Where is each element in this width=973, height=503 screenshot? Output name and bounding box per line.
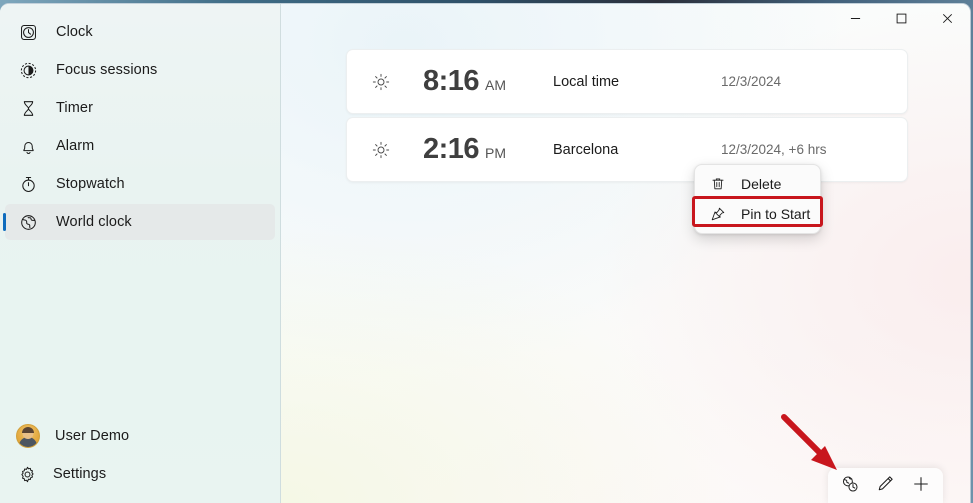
hourglass-icon	[17, 97, 39, 119]
sidebar-item-world-clock[interactable]: World clock	[3, 204, 275, 240]
context-menu: Delete Pin to Start	[694, 164, 821, 234]
sidebar-primary-items: Clock Focus sessions Timer Alarm Stopwat…	[0, 9, 280, 240]
sun-icon	[371, 72, 391, 92]
sidebar-item-stopwatch[interactable]: Stopwatch	[5, 166, 275, 202]
sidebar-item-label: Settings	[53, 466, 107, 482]
sidebar-item-label: Clock	[56, 24, 93, 40]
trash-icon	[710, 176, 727, 193]
sidebar-item-label: Timer	[56, 100, 94, 116]
maximize-icon	[896, 11, 907, 29]
close-icon	[942, 11, 953, 29]
clock-app-window: Clock Focus sessions Timer Alarm Stopwat…	[0, 3, 971, 503]
account-name-label: User Demo	[55, 428, 130, 444]
stopwatch-icon	[17, 173, 39, 195]
world-clock-list: 8:16 AM Local time 12/3/2024 2:16 PM Bar…	[346, 49, 908, 185]
context-menu-item-label: Delete	[741, 176, 782, 192]
focus-sessions-icon	[17, 59, 39, 81]
sidebar-item-settings[interactable]: Settings	[4, 456, 276, 492]
gear-icon	[16, 463, 38, 485]
close-button[interactable]	[924, 4, 970, 36]
context-menu-item-delete[interactable]: Delete	[698, 169, 817, 199]
edit-button[interactable]	[869, 471, 901, 501]
clock-meridiem: PM	[485, 145, 507, 161]
plus-icon	[911, 474, 931, 499]
sidebar-item-label: Alarm	[56, 138, 95, 154]
clock-place-label: Barcelona	[553, 141, 619, 158]
clock-date-label: 12/3/2024, +6 hrs	[721, 142, 827, 157]
clock-time: 2:16 PM	[423, 133, 541, 166]
compare-times-button[interactable]	[834, 471, 866, 501]
clock-meridiem: AM	[485, 77, 507, 93]
clock-card[interactable]: 2:16 PM Barcelona 12/3/2024, +6 hrs	[346, 117, 908, 182]
clock-place-label: Local time	[553, 73, 620, 90]
globe-icon	[17, 211, 39, 233]
pencil-icon	[876, 474, 895, 498]
maximize-button[interactable]	[878, 4, 924, 36]
sidebar-secondary-items: User Demo Settings	[0, 416, 281, 494]
sidebar-item-label: World clock	[56, 214, 132, 230]
sidebar-item-focus-sessions[interactable]: Focus sessions	[5, 52, 275, 88]
add-button[interactable]	[905, 471, 937, 501]
minimize-button[interactable]	[832, 4, 878, 36]
clock-time-value: 2:16	[423, 133, 480, 165]
context-menu-item-label: Pin to Start	[741, 206, 811, 222]
clock-time-value: 8:16	[423, 65, 480, 97]
sun-icon	[371, 140, 391, 160]
clock-time: 8:16 AM	[423, 65, 541, 98]
sidebar-item-alarm[interactable]: Alarm	[5, 128, 275, 164]
bell-icon	[17, 135, 39, 157]
sidebar-item-label: Stopwatch	[56, 176, 125, 192]
sidebar-item-label: Focus sessions	[56, 62, 158, 78]
window-title-bar	[281, 4, 970, 36]
minimize-icon	[850, 11, 861, 29]
pin-icon	[710, 206, 727, 223]
navigation-sidebar: Clock Focus sessions Timer Alarm Stopwat…	[0, 4, 281, 503]
clock-icon	[17, 21, 39, 43]
sidebar-item-account[interactable]: User Demo	[4, 418, 276, 454]
clock-date-label: 12/3/2024	[721, 74, 782, 89]
compare-times-icon	[840, 474, 859, 498]
sidebar-item-clock[interactable]: Clock	[5, 14, 275, 50]
action-bar	[828, 468, 943, 503]
clock-card[interactable]: 8:16 AM Local time 12/3/2024	[346, 49, 908, 114]
sidebar-item-timer[interactable]: Timer	[5, 90, 275, 126]
context-menu-item-pin-to-start[interactable]: Pin to Start	[698, 199, 817, 229]
avatar	[16, 424, 40, 448]
